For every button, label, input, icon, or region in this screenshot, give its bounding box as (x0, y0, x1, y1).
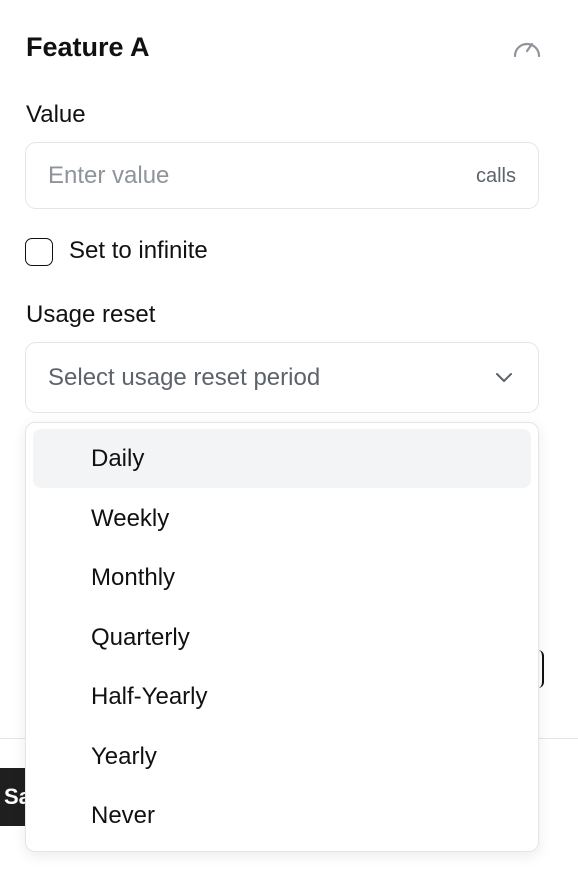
feature-config-panel: Feature A Value calls Set to infinite Us… (0, 0, 578, 882)
option-yearly[interactable]: Yearly (33, 727, 531, 786)
option-daily[interactable]: Daily (33, 429, 531, 488)
option-monthly[interactable]: Monthly (33, 548, 531, 607)
option-half-yearly[interactable]: Half-Yearly (33, 667, 531, 726)
usage-reset-dropdown: Daily Weekly Monthly Quarterly Half-Year… (25, 422, 539, 852)
chevron-down-icon (496, 373, 512, 382)
usage-reset-label: Usage reset (26, 301, 156, 328)
unit-suffix: calls (475, 165, 516, 187)
usage-reset-select-value: Select usage reset period (48, 364, 321, 391)
infinite-checkbox-label[interactable]: Set to infinite (69, 235, 208, 267)
option-quarterly[interactable]: Quarterly (33, 608, 531, 667)
option-weekly[interactable]: Weekly (33, 489, 531, 548)
usage-reset-select[interactable]: Select usage reset period (25, 342, 539, 413)
feature-title: Feature A (26, 32, 150, 62)
value-label: Value (26, 101, 86, 128)
gauge-icon (513, 42, 541, 58)
value-field[interactable]: calls (25, 142, 539, 209)
option-never[interactable]: Never (33, 786, 531, 845)
infinite-checkbox[interactable] (25, 238, 53, 266)
value-input[interactable] (48, 143, 448, 208)
